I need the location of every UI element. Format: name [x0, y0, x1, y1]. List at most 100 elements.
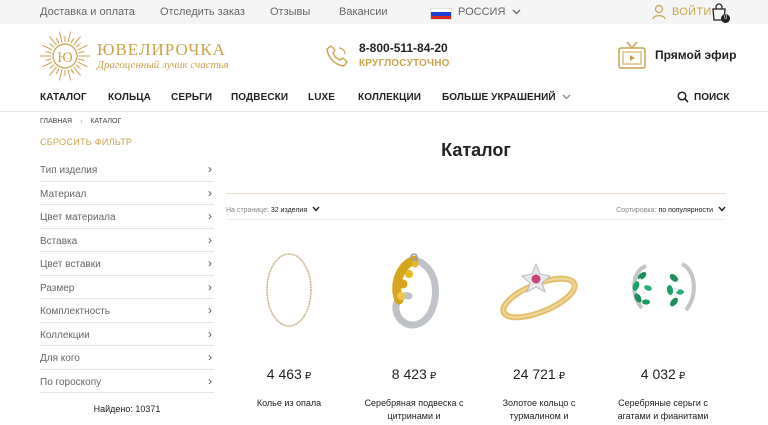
currency-sign: ₽ — [558, 371, 566, 382]
nav-rings[interactable]: КОЛЬЦА — [108, 92, 151, 103]
login-label: ВОЙТИ — [672, 6, 712, 18]
filter-label: Комплектность — [40, 306, 111, 317]
chevron-down-icon — [562, 94, 571, 100]
product-name[interactable]: Золотое кольцо с турмалином и — [478, 397, 600, 423]
chevron-right-icon: › — [208, 350, 212, 364]
filter-item-size[interactable]: Размер › — [40, 276, 214, 299]
user-icon — [652, 4, 666, 20]
product-price: 24 721 ₽ — [484, 366, 594, 382]
chevron-right-icon: › — [208, 256, 212, 270]
search-button[interactable]: ПОИСК — [677, 91, 729, 103]
found-count: Найдено: 10371 — [93, 404, 161, 414]
product-image-ring[interactable] — [484, 240, 594, 340]
product-card[interactable]: 8 423 ₽ Серебряная подвеска с цитринами и — [359, 240, 469, 425]
price-value: 4 032 — [640, 366, 676, 382]
breadcrumb: ГЛАВНАЯ › КАТАЛОГ — [40, 118, 121, 125]
chevron-right-icon: › — [208, 185, 212, 200]
product-card[interactable]: 4 463 ₽ Колье из опала — [234, 240, 344, 425]
track-order-link[interactable]: Отследить заказ — [160, 6, 245, 18]
filter-item-material[interactable]: Материал › — [40, 182, 214, 205]
logo-tagline: Драгоценный лучик счастья — [97, 59, 229, 71]
filter-label: Размер — [40, 282, 75, 294]
delivery-link[interactable]: Доставка и оплата — [40, 6, 135, 18]
filter-label: Цвет вставки — [40, 259, 101, 270]
filter-label: Тип изделия — [40, 165, 98, 176]
price-value: 24 721 — [512, 366, 556, 382]
search-icon — [677, 91, 689, 103]
sort-selector[interactable]: Сортировка: по популярности — [616, 206, 726, 214]
product-name[interactable]: Серебряные серьги с агатами и фианитами — [602, 397, 724, 423]
filter-item-for-whom[interactable]: Для кого › — [40, 346, 214, 370]
nav-catalog[interactable]: КАТАЛОГ — [40, 92, 87, 103]
filter-label: Для кого — [40, 353, 80, 364]
phone-icon — [326, 45, 348, 67]
page-title: Каталог — [441, 140, 511, 160]
breadcrumb-catalog: КАТАЛОГ — [90, 118, 122, 125]
phone-number[interactable]: 8-800-511-84-20 — [359, 41, 448, 55]
filter-item-material-color[interactable]: Цвет материала › — [40, 205, 214, 229]
product-card[interactable]: 24 721 ₽ Золотое кольцо с турмалином и — [484, 240, 594, 425]
chevron-right-icon: › — [208, 303, 212, 317]
chevron-down-icon — [512, 6, 521, 18]
filter-item-insert[interactable]: Вставка › — [40, 229, 214, 252]
per-page-value: 32 изделия — [270, 207, 308, 214]
breadcrumb-home[interactable]: ГЛАВНАЯ — [40, 118, 72, 125]
filter-list: Тип изделия › Материал › Цвет материала › В… — [40, 158, 214, 393]
product-image-pendant[interactable] — [359, 240, 469, 340]
price-value: 4 463 — [266, 366, 302, 382]
price-value: 8 423 — [391, 366, 427, 382]
nav-more-jewelry[interactable]: БОЛЬШЕ УКРАШЕНИЙ — [442, 92, 571, 103]
chevron-right-icon: › — [208, 373, 212, 388]
russia-flag-icon[interactable] — [430, 8, 452, 20]
cart-button[interactable]: 0 — [711, 3, 730, 23]
region-selector[interactable]: РОССИЯ — [458, 6, 521, 18]
filter-item-collections[interactable]: Коллекции › — [40, 323, 214, 346]
nav-pendants[interactable]: ПОДВЕСКИ — [231, 92, 288, 103]
product-image-earrings[interactable] — [608, 240, 718, 340]
filter-item-set[interactable]: Комплектность › — [40, 299, 214, 323]
chevron-right-icon: › — [208, 279, 212, 294]
login-button[interactable]: ВОЙТИ — [652, 3, 712, 21]
logo-name: ЮВЕЛИРОЧКА — [97, 40, 226, 59]
phone-hours: КРУГЛОСУТОЧНО — [359, 58, 450, 69]
filter-item-type[interactable]: Тип изделия › — [40, 158, 214, 182]
cart-count-badge: 0 — [721, 14, 730, 23]
currency-sign: ₽ — [429, 371, 437, 382]
chevron-right-icon: › — [208, 162, 212, 176]
live-stream-link[interactable]: Прямой эфир — [655, 48, 736, 62]
product-image-necklace[interactable] — [234, 240, 344, 340]
sort-value: по популярности — [658, 207, 714, 214]
currency-sign: ₽ — [678, 371, 686, 382]
site-logo[interactable]: Ю ЮВЕЛИРОЧКА Драгоценный лучик счастья — [38, 30, 229, 81]
region-label: РОССИЯ — [458, 6, 506, 18]
product-price: 4 463 ₽ — [234, 366, 344, 382]
toolbar-divider — [226, 219, 726, 220]
chevron-right-icon: › — [208, 232, 212, 247]
tv-icon[interactable] — [617, 40, 647, 72]
reviews-link[interactable]: Отзывы — [270, 6, 310, 18]
nav-earrings[interactable]: СЕРЬГИ — [171, 92, 212, 103]
chevron-right-icon: › — [208, 326, 212, 341]
sort-label: Сортировка: — [616, 207, 657, 214]
filter-item-horoscope[interactable]: По гороскопу › — [40, 370, 214, 393]
logo-mark: Ю — [57, 50, 72, 66]
filter-label: Вставка — [40, 235, 78, 247]
nav-luxe[interactable]: LUXE — [308, 92, 335, 103]
product-name[interactable]: Серебряная подвеска с цитринами и — [353, 397, 475, 423]
per-page-label: На странице: — [226, 207, 269, 214]
chevron-down-icon — [312, 206, 320, 212]
filter-label: Цвет материала — [40, 212, 116, 223]
filter-label: По гороскопу — [40, 376, 102, 388]
search-label: ПОИСК — [694, 91, 730, 103]
main-nav: КАТАЛОГ КОЛЬЦА СЕРЬГИ ПОДВЕСКИ LUXE КОЛЛ… — [0, 86, 768, 112]
product-price: 4 032 ₽ — [608, 366, 718, 382]
filter-item-insert-color[interactable]: Цвет вставки › — [40, 252, 214, 276]
reset-filter-link[interactable]: СБРОСИТЬ ФИЛЬТР — [40, 137, 132, 147]
nav-collections[interactable]: КОЛЛЕКЦИИ — [358, 92, 421, 103]
product-name[interactable]: Колье из опала — [228, 397, 350, 410]
title-divider — [226, 193, 726, 194]
chevron-right-icon: › — [208, 209, 212, 223]
per-page-selector[interactable]: На странице: 32 изделия — [226, 206, 320, 214]
vacancies-link[interactable]: Вакансии — [339, 6, 388, 18]
product-card[interactable]: 4 032 ₽ Серебряные серьги с агатами и фиа… — [608, 240, 718, 425]
